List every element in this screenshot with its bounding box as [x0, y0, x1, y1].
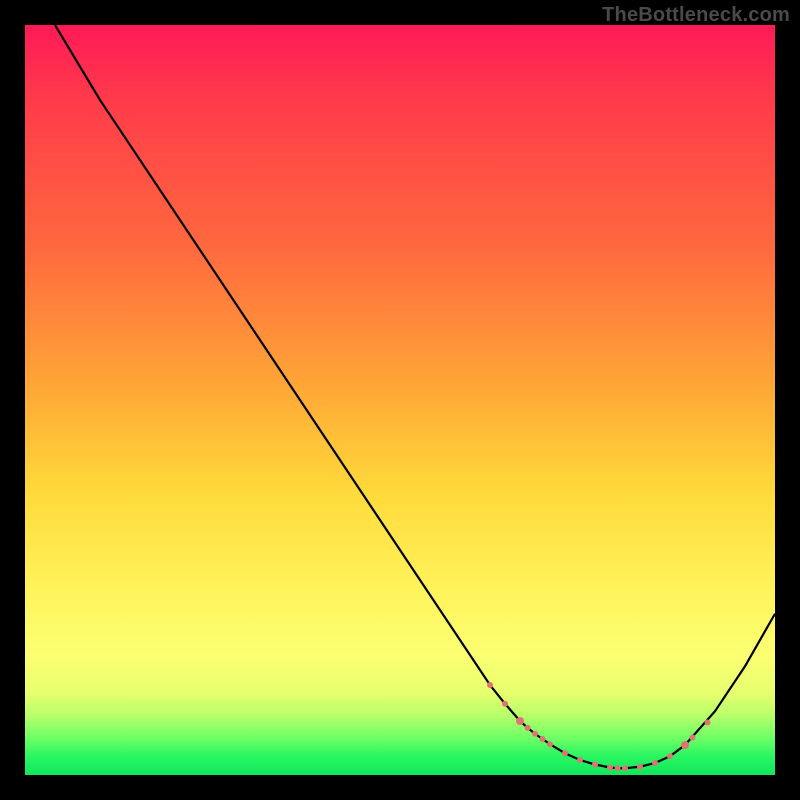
- data-marker: [690, 735, 696, 741]
- watermark-text: TheBottleneck.com: [602, 4, 790, 27]
- bottleneck-curve: [55, 25, 775, 768]
- data-marker: [592, 762, 598, 768]
- data-marker: [667, 753, 673, 759]
- curve-svg: [25, 25, 775, 775]
- data-marker: [532, 731, 538, 737]
- data-marker: [607, 765, 613, 771]
- data-marker: [502, 701, 508, 707]
- data-marker: [562, 750, 568, 756]
- data-marker: [487, 682, 493, 688]
- plot-area: [25, 25, 775, 775]
- data-marker: [547, 741, 553, 747]
- data-marker: [652, 760, 658, 766]
- data-marker: [622, 765, 628, 771]
- chart-frame: TheBottleneck.com: [0, 0, 800, 800]
- data-marker: [525, 725, 531, 731]
- data-marker: [681, 741, 689, 749]
- data-marker: [540, 736, 546, 742]
- data-marker: [637, 764, 643, 770]
- data-marker: [615, 765, 621, 771]
- marker-group: [487, 682, 711, 771]
- data-marker: [577, 757, 583, 763]
- data-marker: [516, 717, 524, 725]
- data-marker: [705, 720, 711, 726]
